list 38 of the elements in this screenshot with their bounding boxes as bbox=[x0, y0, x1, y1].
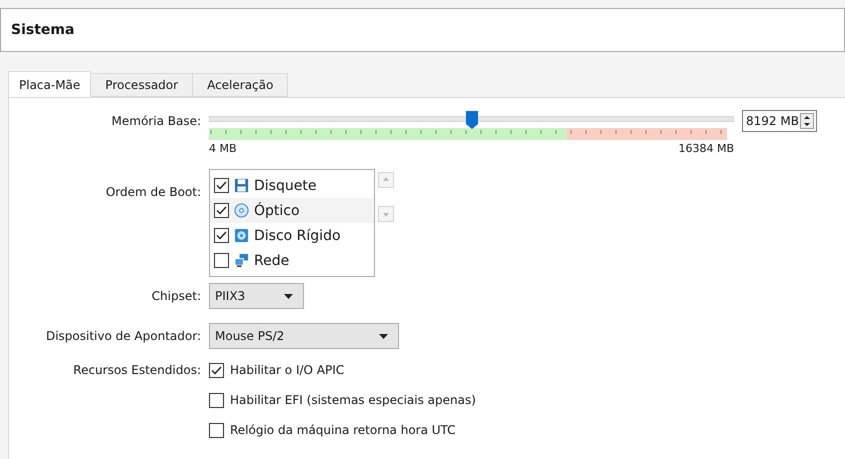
scale-max-label: 16384 MB bbox=[678, 142, 734, 155]
caret-icon bbox=[379, 334, 388, 338]
boot-device-label[interactable]: Rede bbox=[254, 252, 290, 268]
hard-disk-icon bbox=[234, 228, 249, 243]
checkbox[interactable] bbox=[214, 178, 229, 193]
disc-icon bbox=[234, 203, 249, 218]
spin-arrows-icon[interactable] bbox=[800, 113, 814, 129]
checkbox[interactable] bbox=[209, 362, 224, 378]
checkbox[interactable] bbox=[214, 203, 229, 218]
tab[interactable]: Aceleração bbox=[192, 73, 288, 97]
boot-device-label[interactable]: Óptico bbox=[254, 202, 300, 218]
checkbox[interactable] bbox=[209, 422, 224, 438]
field-label: Memória Base: bbox=[110, 113, 201, 128]
checkbox[interactable] bbox=[209, 392, 224, 408]
down-arrow-icon bbox=[382, 210, 390, 218]
field-label: Dispositivo de Apontador: bbox=[44, 329, 201, 343]
up-arrow-icon bbox=[382, 176, 390, 184]
option-label[interactable]: Habilitar o I/O APIC bbox=[230, 363, 344, 377]
boot-device-label[interactable]: Disquete bbox=[254, 178, 316, 194]
slider-thumb[interactable] bbox=[464, 110, 478, 130]
pointing-device-dropdown[interactable]: Mouse PS/2 bbox=[209, 323, 399, 349]
tab[interactable]: Placa-Mãe bbox=[8, 71, 92, 97]
option-label[interactable]: Relógio da máquina retorna hora UTC bbox=[230, 423, 456, 437]
boot-device-label[interactable]: Disco Rígido bbox=[254, 228, 341, 244]
caret-icon bbox=[284, 294, 293, 298]
memory-spinbox[interactable]: 8192 MB bbox=[742, 110, 817, 132]
field-label: Ordem de Boot: bbox=[104, 184, 201, 199]
network-icon bbox=[234, 253, 249, 268]
checkbox[interactable] bbox=[214, 228, 229, 243]
field-label: Recursos Estendidos: bbox=[72, 363, 201, 377]
checkbox[interactable] bbox=[214, 253, 229, 268]
field-label: Chipset: bbox=[150, 289, 201, 303]
scale-min-label: 4 MB bbox=[209, 142, 237, 155]
tab[interactable]: Processador bbox=[90, 73, 194, 97]
section-title: Sistema bbox=[11, 22, 74, 38]
option-label[interactable]: Habilitar EFI (sistemas especiais apenas) bbox=[230, 393, 476, 407]
chipset-dropdown[interactable]: PIIX3 bbox=[209, 283, 304, 309]
memory-slider[interactable] bbox=[209, 110, 734, 128]
